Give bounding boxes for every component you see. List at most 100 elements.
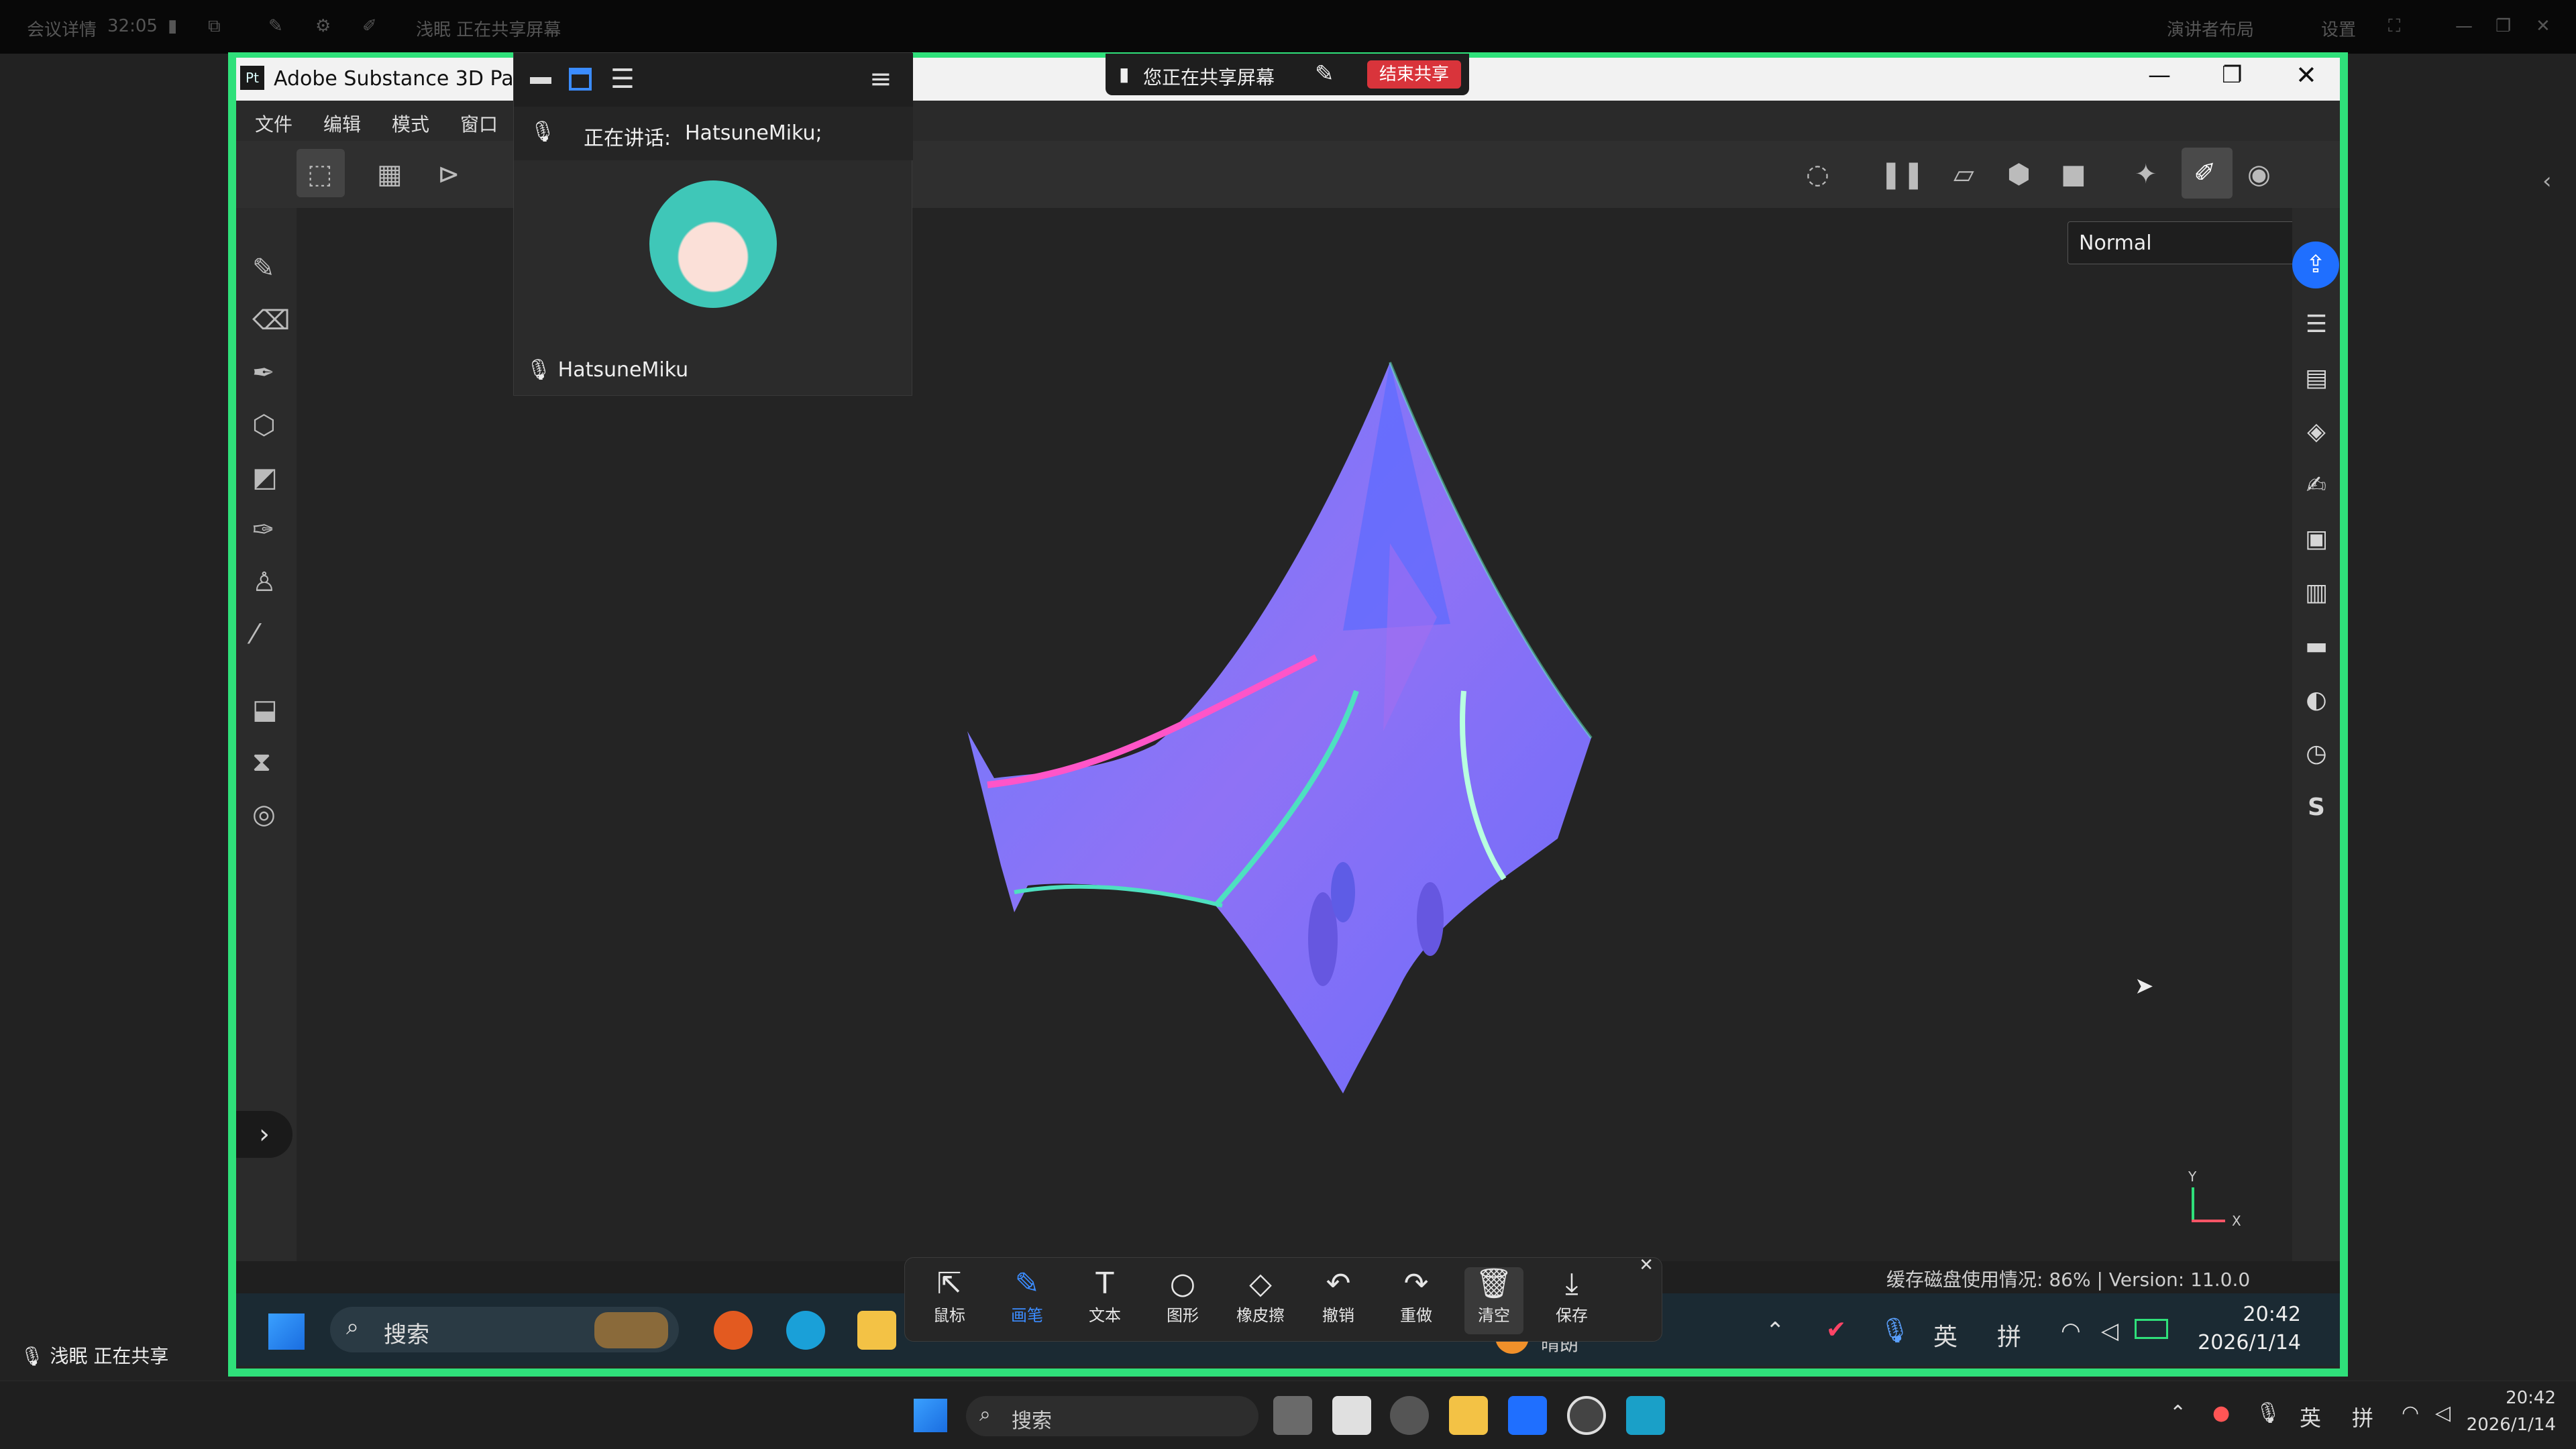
popout-icon[interactable]: ⧉ xyxy=(208,16,221,37)
texture-set-icon[interactable]: ▤ xyxy=(2300,362,2332,394)
annotation-toggle-icon[interactable]: ✎ xyxy=(1315,60,1334,87)
camera-icon[interactable]: ■ xyxy=(2061,161,2086,188)
selection-icon[interactable]: ⬚ xyxy=(307,161,333,188)
pause-icon[interactable]: ❚❚ xyxy=(1880,161,1925,188)
mouse-cursor-icon: ➤ xyxy=(2135,973,2154,1000)
environment-icon[interactable]: ◐ xyxy=(2300,684,2332,716)
host-ime-mode[interactable]: 拼 xyxy=(2352,1401,2373,1432)
eraser-tool-icon[interactable]: ⌫ xyxy=(252,307,290,334)
firefox-icon[interactable] xyxy=(714,1311,753,1350)
meeting-details[interactable]: 会议详情 xyxy=(27,16,97,41)
menu-edit[interactable]: 编辑 xyxy=(323,110,361,137)
export-icon[interactable]: ⇪ xyxy=(2292,241,2339,288)
paint-brush-icon[interactable]: ✐ xyxy=(2194,160,2216,186)
battery-icon[interactable] xyxy=(2135,1319,2168,1339)
host-search-box[interactable]: ⌕ 搜索 xyxy=(966,1396,1258,1436)
brush-settings-icon[interactable]: ✍ xyxy=(2300,470,2332,502)
settings-button[interactable]: 设置 xyxy=(2321,16,2356,41)
bake-icon[interactable]: ⬓ xyxy=(252,696,278,723)
host-tray-chevron-icon[interactable]: ⌃ xyxy=(2169,1401,2186,1425)
expand-panel-button[interactable]: › xyxy=(236,1111,292,1158)
host-explorer-icon[interactable] xyxy=(1449,1396,1488,1435)
annot-mouse-button[interactable]: ⇱ 鼠标 xyxy=(920,1267,979,1334)
panel-list-view-icon[interactable]: ☰ xyxy=(610,64,635,95)
trash-icon: 🗑 xyxy=(1475,1267,1513,1301)
remote-ime-mode[interactable]: 拼 xyxy=(1997,1318,2021,1352)
remote-ime-lang[interactable]: 英 xyxy=(1933,1318,1957,1352)
remote-search-box[interactable]: ⌕ 搜索 xyxy=(330,1307,679,1352)
start-icon[interactable] xyxy=(268,1313,305,1350)
projection-tool-icon[interactable]: ✒ xyxy=(252,360,275,386)
annot-undo-button[interactable]: ↶ 撤销 xyxy=(1309,1267,1368,1334)
annot-eraser-button[interactable]: ◇ 橡皮擦 xyxy=(1231,1267,1290,1334)
stop-share-button[interactable]: 结束共享 xyxy=(1367,60,1461,89)
hide-icon[interactable]: ◌ xyxy=(1806,161,1829,188)
host-tray-app-icon[interactable]: ● xyxy=(2212,1401,2230,1425)
panel-tile-view-icon[interactable] xyxy=(569,68,592,91)
annot-text-button[interactable]: T 文本 xyxy=(1075,1267,1134,1334)
restore-icon[interactable]: ❐ xyxy=(2496,16,2511,36)
brush-tool-icon[interactable]: ✎ xyxy=(252,255,275,282)
edge-icon[interactable] xyxy=(786,1311,825,1350)
inspect-icon[interactable]: ◎ xyxy=(252,801,276,828)
task-view-icon[interactable] xyxy=(1273,1396,1312,1435)
properties-icon[interactable]: ▥ xyxy=(2300,577,2332,609)
substance-logo-icon[interactable]: S xyxy=(2300,792,2332,824)
history-icon[interactable]: ◷ xyxy=(2300,738,2332,770)
maya-icon[interactable] xyxy=(1626,1396,1665,1435)
measure-icon[interactable]: ⧗ xyxy=(252,749,271,775)
annot-close-icon[interactable]: ✕ xyxy=(1639,1255,1654,1275)
layers-list-icon[interactable]: ☰ xyxy=(2300,309,2332,341)
view-3d-icon[interactable]: ⬢ xyxy=(2007,161,2031,188)
close-icon[interactable]: ✕ xyxy=(2536,16,2551,36)
volume-icon[interactable]: ◁ xyxy=(2101,1318,2118,1344)
grid-icon[interactable]: ▦ xyxy=(377,161,402,188)
color-picker-icon[interactable]: ⁄ xyxy=(252,621,257,648)
annot-redo-button[interactable]: ↷ 重做 xyxy=(1387,1267,1446,1334)
fullscreen-icon[interactable]: ⛶ xyxy=(2388,16,2400,37)
layout-button[interactable]: 演讲者布局 xyxy=(2167,16,2254,41)
side-collapse-icon[interactable]: ‹ xyxy=(2542,168,2552,195)
menu-file[interactable]: 文件 xyxy=(255,110,292,137)
window-maximize-icon[interactable]: ❐ xyxy=(2222,62,2242,89)
screenshot-icon[interactable]: ◉ xyxy=(2247,161,2271,188)
meeting-app-icon[interactable] xyxy=(1508,1396,1547,1435)
wifi-icon[interactable]: ◠ xyxy=(2061,1318,2081,1344)
shelf-icon[interactable]: ▬ xyxy=(2300,631,2332,663)
clone-tool-icon[interactable]: ♙ xyxy=(252,569,276,596)
tray-mic-icon[interactable]: 🎙 xyxy=(1880,1316,1911,1344)
host-clock-time: 20:42 xyxy=(2506,1388,2556,1408)
annot-clear-button[interactable]: 🗑 清空 xyxy=(1464,1267,1523,1334)
mirror-icon[interactable]: ⊳ xyxy=(437,161,460,188)
panel-menu-icon[interactable]: ≡ xyxy=(869,64,892,95)
panel-minimize-icon[interactable] xyxy=(530,77,551,84)
smudge-tool-icon[interactable]: ✑ xyxy=(252,517,275,543)
window-minimize-icon[interactable]: — xyxy=(2148,62,2171,89)
menu-mode[interactable]: 模式 xyxy=(392,110,429,137)
share-settings-icon[interactable]: ⚙ xyxy=(315,16,331,36)
window-close-icon[interactable]: ✕ xyxy=(2296,60,2317,90)
view-2d-icon[interactable]: ▱ xyxy=(1953,161,1974,188)
menu-window[interactable]: 窗口 xyxy=(460,110,498,137)
host-ime-lang[interactable]: 英 xyxy=(2300,1401,2321,1432)
store-icon[interactable] xyxy=(1332,1396,1371,1435)
polygon-fill-icon[interactable]: ◩ xyxy=(252,464,278,491)
tray-app-icon[interactable]: ✔ xyxy=(1826,1316,1846,1344)
layer-stack-icon[interactable]: ◈ xyxy=(2300,416,2332,448)
geometry-fill-icon[interactable]: ⬡ xyxy=(252,412,276,439)
display-settings-icon[interactable]: ▣ xyxy=(2300,523,2332,555)
lighting-icon[interactable]: ✦ xyxy=(2135,161,2157,188)
file-explorer-icon[interactable] xyxy=(857,1311,896,1350)
annot-shape-button[interactable]: ○ 图形 xyxy=(1153,1267,1212,1334)
chrome-icon[interactable] xyxy=(1567,1396,1606,1435)
annot-save-button[interactable]: ⤓ 保存 xyxy=(1542,1267,1601,1334)
pen-off-icon[interactable]: ✐ xyxy=(362,16,377,36)
annotate-icon[interactable]: ✎ xyxy=(268,16,283,36)
host-start-icon[interactable] xyxy=(914,1399,947,1432)
minimize-icon[interactable]: — xyxy=(2455,16,2473,36)
host-mic-icon[interactable]: 🎙 xyxy=(2255,1401,2281,1425)
host-wifi-icon[interactable]: ◠ xyxy=(2402,1401,2419,1425)
tray-chevron-icon[interactable]: ⌃ xyxy=(1766,1318,1785,1344)
annot-pen-button[interactable]: ✎ 画笔 xyxy=(998,1267,1057,1334)
unity-icon[interactable] xyxy=(1390,1396,1429,1435)
